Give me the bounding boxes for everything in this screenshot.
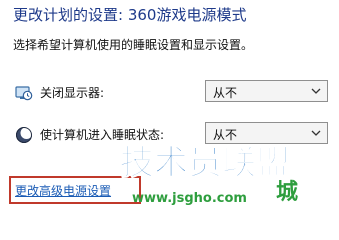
watermark-brand: 技术员联盟: [120, 143, 290, 183]
watermark-suffix: 城: [276, 179, 298, 205]
display-off-select-value: 从不: [213, 86, 238, 100]
advanced-power-settings-link[interactable]: 更改高级电源设置: [15, 182, 111, 199]
sleep-moon-icon: [16, 127, 33, 143]
display-off-select[interactable]: 从不: [205, 80, 328, 102]
setting-row-sleep: 使计算机进入睡眠状态: 从不: [0, 122, 339, 148]
setting-label-display: 关闭显示器:: [40, 86, 105, 100]
page-title: 更改计划的设置: 360游戏电源模式: [13, 6, 247, 24]
sleep-select[interactable]: 从不: [205, 122, 328, 144]
setting-label-sleep: 使计算机进入睡眠状态:: [40, 128, 165, 142]
setting-row-display: 关闭显示器: 从不: [0, 80, 339, 106]
advanced-link-highlight: 更改高级电源设置: [9, 176, 141, 204]
watermark-url: www.jsgho.com: [132, 191, 247, 206]
page-subtitle: 选择希望计算机使用的睡眠设置和显示设置。: [13, 38, 254, 52]
chevron-down-icon: [311, 130, 321, 136]
chevron-down-icon: [311, 88, 321, 94]
sleep-select-value: 从不: [213, 128, 238, 142]
monitor-clock-icon: [15, 86, 33, 101]
